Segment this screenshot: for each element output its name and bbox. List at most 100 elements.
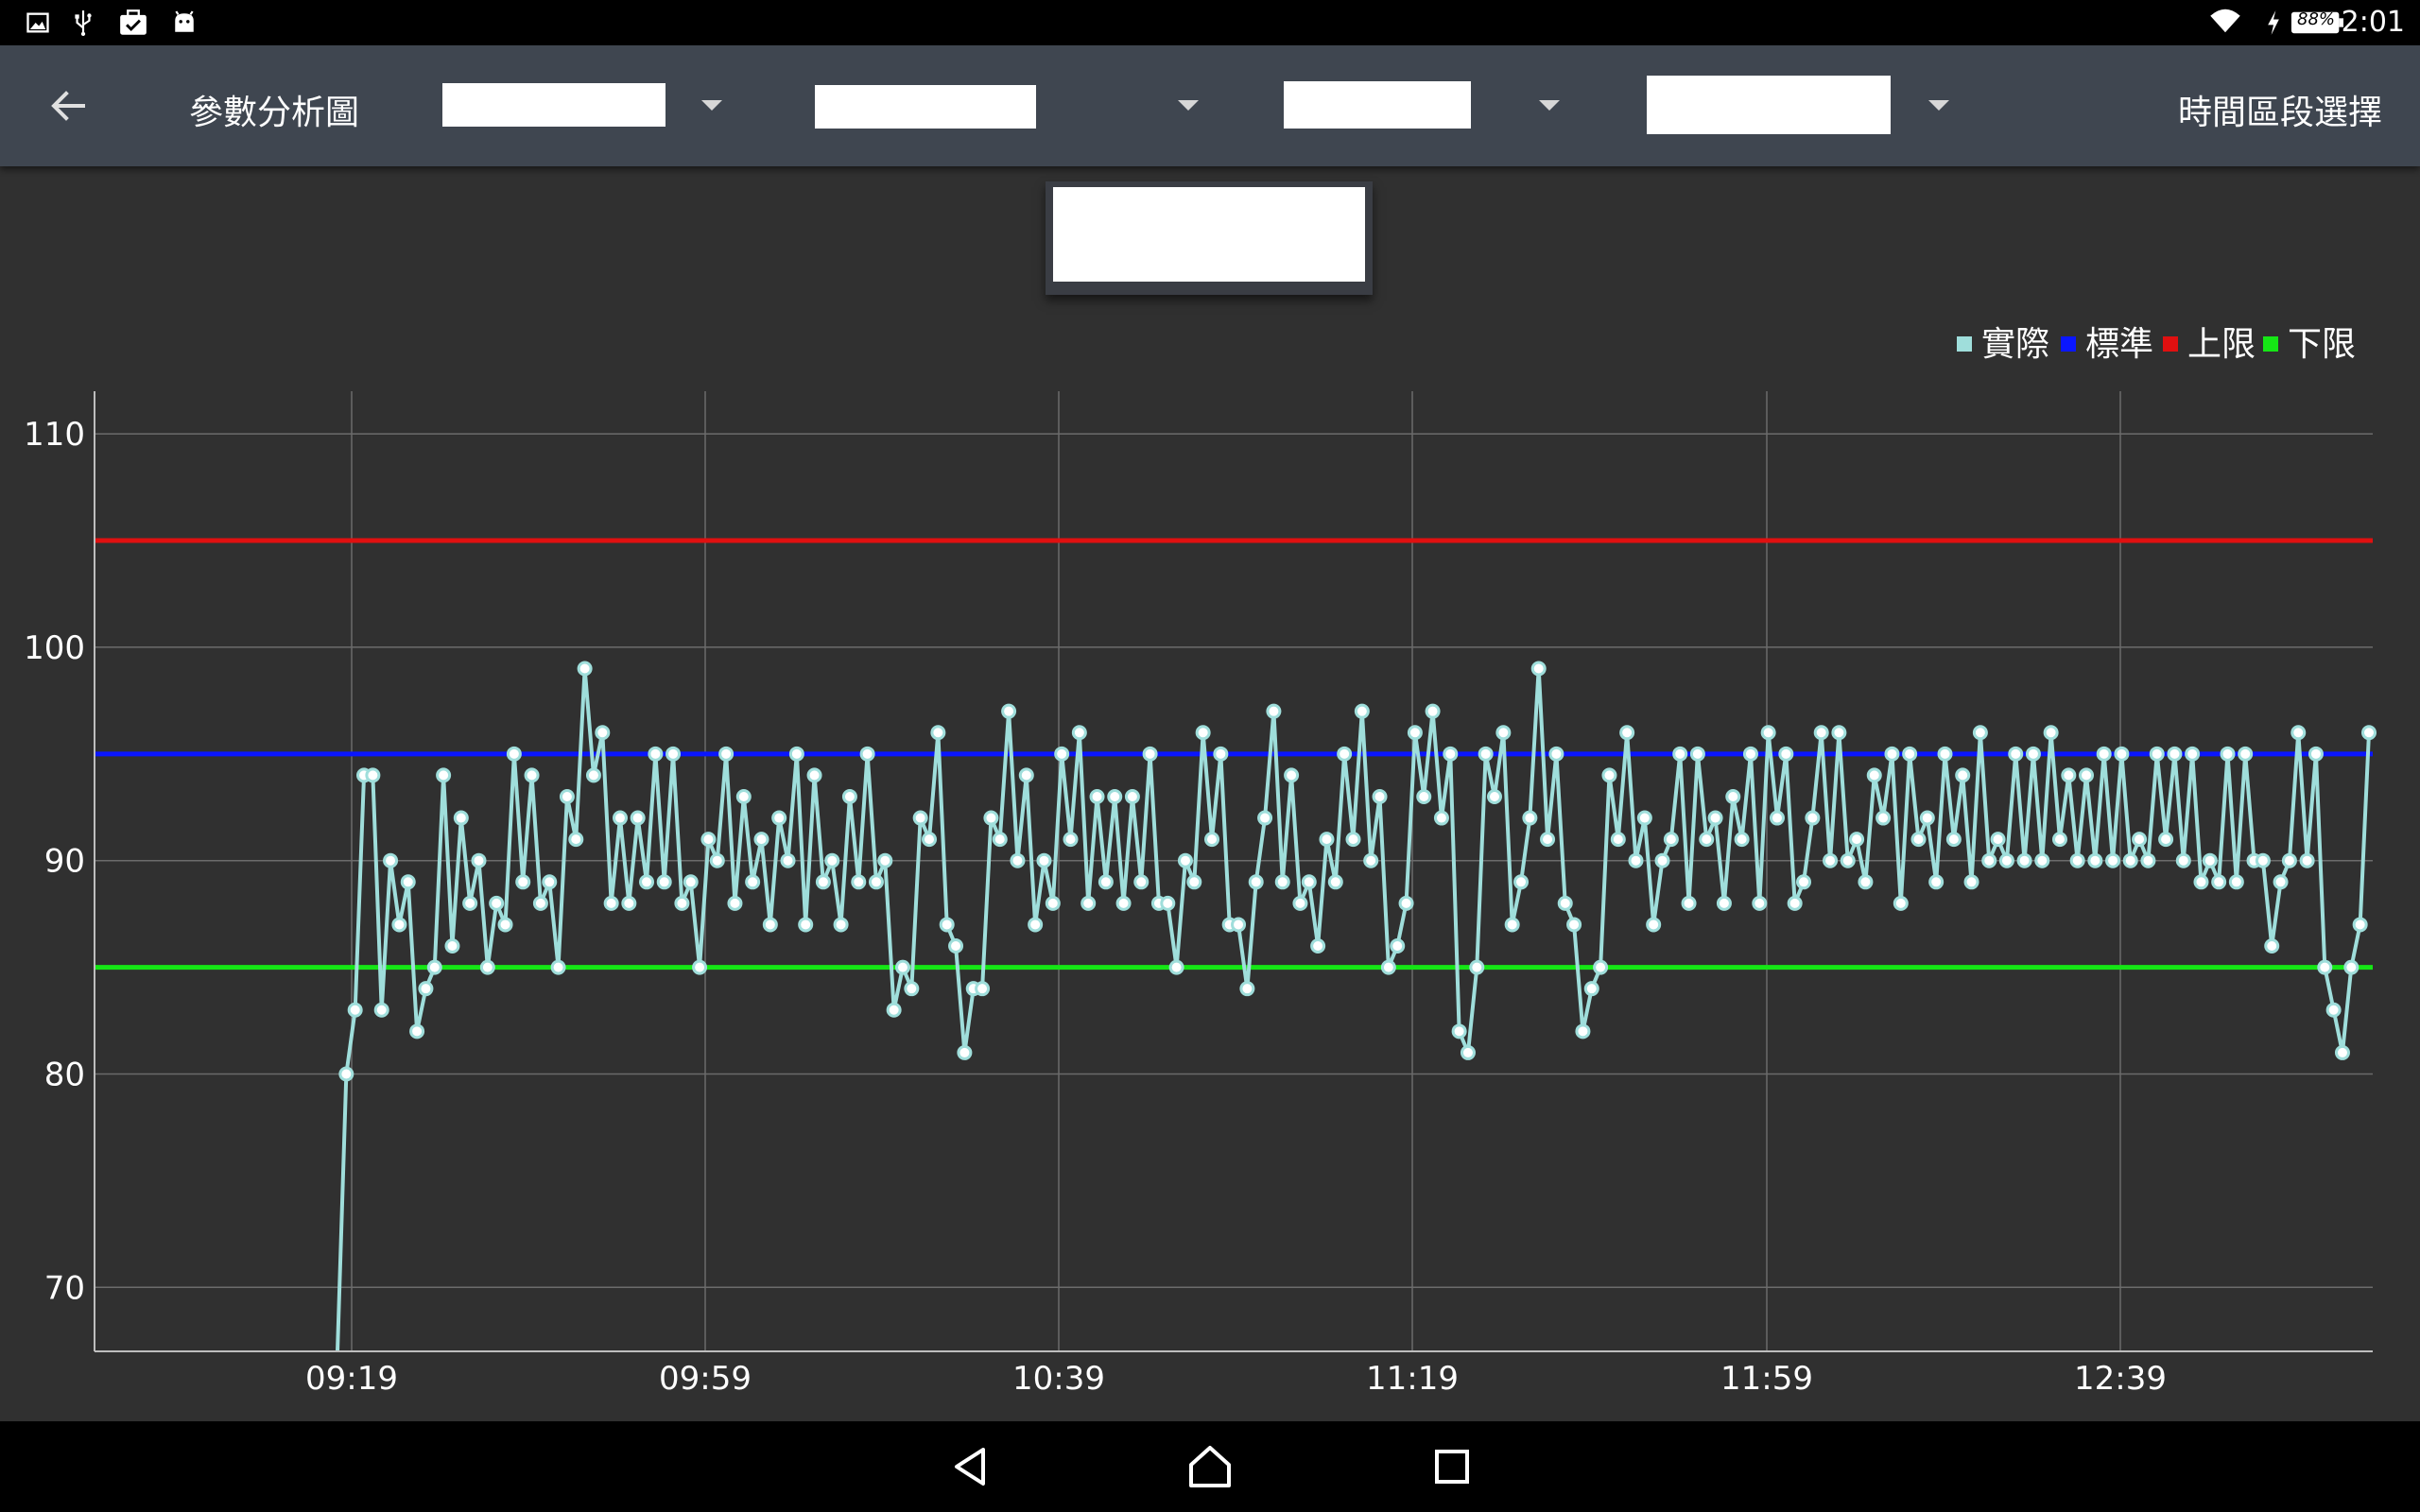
time-range-button[interactable]: 時間區段選擇 [2178, 85, 2382, 134]
data-point [894, 959, 910, 975]
data-point [656, 874, 672, 890]
data-point [1310, 938, 1326, 954]
dropdown-3[interactable] [1284, 81, 1471, 129]
data-point [983, 810, 999, 826]
chevron-down-icon[interactable] [1539, 100, 1560, 111]
chevron-down-icon[interactable] [1928, 100, 1949, 111]
data-point [391, 917, 407, 933]
legend-label: 實際 [1981, 325, 2049, 364]
data-point [886, 1002, 902, 1018]
data-point [2264, 938, 2280, 954]
data-point [780, 852, 796, 868]
data-point [930, 725, 946, 741]
data-point [753, 832, 769, 848]
chevron-down-icon[interactable] [1178, 100, 1199, 111]
back-arrow-icon[interactable] [38, 76, 98, 136]
data-point [1725, 788, 1741, 804]
data-point [585, 767, 601, 783]
data-point [2290, 725, 2307, 741]
data-point [1372, 788, 1388, 804]
data-point [1681, 895, 1697, 911]
data-point [1716, 895, 1732, 911]
data-point [2051, 832, 2067, 848]
data-point [1107, 788, 1123, 804]
data-point [2069, 852, 2085, 868]
data-point [1416, 788, 1432, 804]
data-point [1663, 832, 1679, 848]
data-point [542, 874, 558, 890]
dropdown-1[interactable] [442, 83, 666, 127]
data-point [1557, 895, 1573, 911]
data-point [1486, 788, 1502, 804]
legend-swatch [1957, 336, 1972, 352]
data-point [639, 874, 655, 890]
data-point [1707, 810, 1723, 826]
data-point [577, 661, 593, 677]
chart-grid [95, 391, 2373, 1351]
data-point [400, 874, 416, 890]
toolbar: 參數分析圖 時間區段選擇 [0, 45, 2420, 166]
data-point [1893, 895, 1909, 911]
data-point [2043, 725, 2059, 741]
recents-icon[interactable] [1426, 1440, 1478, 1493]
data-point [666, 746, 682, 762]
chevron-down-icon[interactable] [701, 100, 722, 111]
data-point [1407, 725, 1423, 741]
data-point [1460, 1044, 1476, 1060]
data-point [2299, 852, 2315, 868]
data-point [1231, 917, 1247, 933]
data-point [2343, 959, 2360, 975]
data-point [1274, 874, 1290, 890]
data-point [532, 895, 548, 911]
x-tick-label: 09:59 [659, 1360, 752, 1398]
data-point [2061, 767, 2077, 783]
data-point [709, 852, 725, 868]
data-point [1080, 895, 1097, 911]
legend-swatch [2263, 336, 2278, 352]
data-point [1699, 832, 1715, 848]
x-tick-label: 09:19 [305, 1360, 398, 1398]
data-point [735, 788, 752, 804]
data-point [1522, 810, 1538, 826]
data-point [1168, 959, 1184, 975]
data-point [1177, 852, 1193, 868]
data-point [347, 1002, 363, 1018]
data-point [1972, 725, 1988, 741]
data-point [851, 874, 867, 890]
y-tick-label: 110 [24, 416, 85, 454]
data-point [1769, 810, 1785, 826]
data-point [992, 832, 1008, 848]
data-point [2238, 746, 2254, 762]
data-point [2273, 874, 2289, 890]
data-point [788, 746, 804, 762]
data-point [2132, 832, 2148, 848]
data-point [1186, 874, 1202, 890]
data-point [1018, 767, 1034, 783]
back-icon[interactable] [945, 1440, 998, 1493]
home-icon[interactable] [1184, 1440, 1236, 1493]
data-point [648, 746, 664, 762]
data-point [453, 810, 469, 826]
data-point [1133, 874, 1150, 890]
data-point [683, 874, 699, 890]
data-point [2308, 746, 2324, 762]
data-point [1593, 959, 1609, 975]
data-point [365, 767, 381, 783]
data-point [2016, 852, 2032, 868]
data-point [2079, 767, 2095, 783]
data-point [1124, 788, 1140, 804]
data-point [1504, 917, 1520, 933]
data-point [1601, 767, 1617, 783]
dropdown-2[interactable] [815, 85, 1036, 129]
data-point [1071, 725, 1087, 741]
data-point [1840, 852, 1856, 868]
data-point [1284, 767, 1300, 783]
data-point [2211, 874, 2227, 890]
data-point [1884, 746, 1900, 762]
data-point [1583, 981, 1599, 997]
data-point [1805, 810, 1821, 826]
dropdown-4[interactable] [1647, 76, 1891, 134]
data-point [1010, 852, 1026, 868]
data-point [1610, 832, 1626, 848]
y-tick-label: 90 [44, 843, 85, 881]
